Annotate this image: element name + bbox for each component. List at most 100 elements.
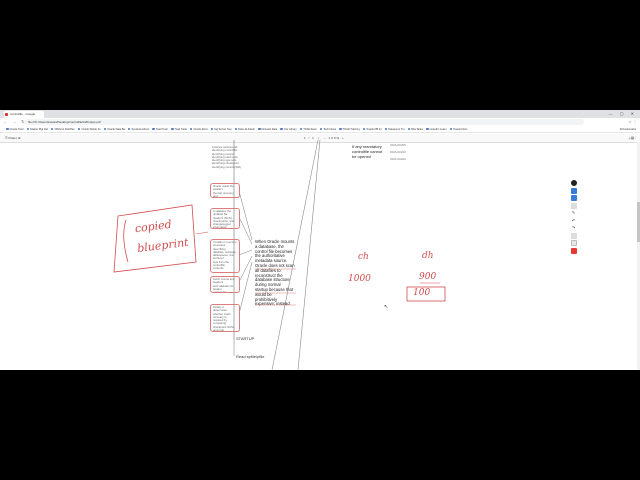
- bookmark-favicon-icon: [426, 127, 429, 131]
- bookmark-item[interactable]: Oracle Data Ba: [103, 126, 125, 132]
- bookmark-item[interactable]: Toad Tutor: [152, 126, 168, 132]
- bookmark-favicon-icon: [299, 127, 303, 131]
- mouse-cursor-icon: ↖: [384, 304, 389, 310]
- bookmark-favicon-icon: [234, 127, 238, 131]
- pdf-toolbar: ☰ Draw | ⊕ 1 / 1 | − 100% + ⤓ 🖨 ⋮: [0, 134, 640, 143]
- bookmark-favicon-icon: [407, 127, 411, 131]
- ora-code-1: ORA-00205: [390, 143, 406, 147]
- browser-window: controlfile - Google — ▢ ✕ ← → ↻ file://…: [0, 110, 640, 370]
- note-box-1: Oracle reads the position the last recov…: [210, 183, 240, 198]
- tab-title: controlfile - Google: [10, 112, 36, 116]
- bookmark-label: Toad Suite: [174, 127, 187, 131]
- bookmark-label: Data Ja Admin: [238, 127, 255, 131]
- bookmark-favicon-icon: [103, 127, 107, 131]
- bookmark-item[interactable]: Master Mgt Del: [26, 126, 48, 132]
- bookmark-favicon-icon: [280, 127, 283, 131]
- bookmark-label: Netsuite Data: [261, 127, 278, 131]
- bookmarks-bar: Oracle Tutor Master Mgt Del Offshore DocPl…: [0, 126, 640, 133]
- bookmark-favicon-icon: [77, 127, 81, 131]
- tab-strip: controlfile - Google — ▢ ✕: [0, 110, 640, 118]
- bookmark-item[interactable]: Data Ja Admin: [234, 126, 255, 132]
- bookmark-item[interactable]: Sql Server Sup: [210, 126, 232, 132]
- bookmark-favicon-icon: [319, 127, 323, 131]
- pdf-menu-draw[interactable]: ☰ Draw | ⊕: [5, 135, 20, 141]
- bookmark-label: TOAD Exec: [303, 127, 317, 131]
- bookmark-label: Offshore DocPlan: [54, 127, 75, 131]
- bookmark-label: Linkedin Learn: [429, 127, 447, 131]
- mount-explanation-text: When Oracle mounts a database, the contr…: [255, 239, 295, 307]
- all-bookmarks-button[interactable]: All bookmarks: [620, 126, 636, 133]
- bookmark-favicon-icon: [152, 127, 155, 131]
- note-box-4: Fetch counts and headers and validates i…: [210, 276, 240, 293]
- bookmark-label: TOAD Training: [342, 127, 360, 131]
- bookmark-favicon-icon: [171, 127, 174, 131]
- note-box-5: Finally, it determines whether crash rec…: [210, 304, 240, 332]
- note-box-2: It validates the updated file headers (S…: [210, 208, 240, 229]
- hw-1000: 1000: [348, 274, 371, 284]
- pdf-actions[interactable]: ⤓ 🖨 ⋮: [628, 135, 636, 141]
- page-indicator[interactable]: 1 / 1: [304, 136, 315, 140]
- bookmark-label: Oracle Weblo Fu: [81, 127, 101, 131]
- bookmark-label: Ora Library: [283, 127, 297, 131]
- hw-copied-blueprint: copied blueprint: [134, 217, 190, 256]
- color-red-swatch[interactable]: [570, 247, 577, 254]
- bookmark-label: Master Mgt Del: [30, 127, 48, 131]
- zoom-control[interactable]: − 100% +: [324, 136, 345, 140]
- bookmark-label: Oracle Docs: [453, 127, 468, 131]
- undo-icon[interactable]: ↶: [572, 218, 575, 224]
- bookmark-favicon-icon: [127, 127, 131, 131]
- bookmark-item[interactable]: Dba Tasks: [407, 126, 423, 132]
- hw-ch: ch: [358, 252, 369, 262]
- color-gray-swatch[interactable]: [570, 232, 577, 239]
- tab-controlfile[interactable]: controlfile - Google: [4, 111, 44, 118]
- bookmark-item[interactable]: Syntavia Admin: [127, 126, 150, 132]
- window-controls[interactable]: — ▢ ✕: [609, 111, 637, 116]
- bookmark-favicon-icon: [258, 127, 261, 131]
- hw-dh: dh: [422, 251, 434, 261]
- bookmark-item[interactable]: TOAD Exec: [299, 126, 317, 132]
- bookmark-item[interactable]: Oracle Docs: [449, 126, 468, 132]
- bookmark-item[interactable]: Oracle Tutor: [6, 126, 24, 132]
- bookmark-label: Datapump Tut: [388, 127, 405, 131]
- url-field[interactable]: file:///C:/Users/sravan/Desktop/controlf…: [24, 119, 584, 125]
- bookmark-item[interactable]: Datapump Tut: [384, 126, 405, 132]
- if-mandatory-text: If any mandatory controlfile cannot be o…: [352, 144, 383, 159]
- bookmark-favicon-icon: [6, 127, 9, 131]
- bookmark-favicon-icon: [362, 127, 366, 131]
- shape-tool-icon[interactable]: [570, 202, 577, 209]
- bookmark-label: Oracle Data Ba: [107, 127, 125, 131]
- star-menu-icons[interactable]: ☆ ⋮: [628, 119, 637, 124]
- bookmark-item[interactable]: Tech News: [319, 126, 337, 132]
- bookmark-label: Oracle Docs: [193, 127, 208, 131]
- bookmark-label: Oracle DB Int: [366, 127, 382, 131]
- bookmark-item[interactable]: Linkedin Learn: [426, 126, 447, 132]
- pdf-icon: [5, 113, 8, 116]
- read-spfile-label: Read spfile/pfile: [236, 354, 265, 359]
- bookmark-favicon-icon: [449, 127, 453, 131]
- bookmark-favicon-icon: [50, 127, 54, 131]
- text-tool-icon[interactable]: [570, 195, 577, 201]
- redo-icon[interactable]: ↷: [572, 225, 575, 231]
- bookmark-item[interactable]: Oracle Weblo Fu: [77, 126, 101, 132]
- bookmark-label: Syntavia Admin: [131, 127, 150, 131]
- bookmark-item[interactable]: Netsuite Data: [258, 126, 277, 132]
- hw-100: 100: [413, 288, 431, 298]
- highlighter-tool-icon[interactable]: [570, 187, 577, 194]
- bookmark-favicon-icon: [26, 127, 30, 131]
- bookmark-item[interactable]: TOAD Training: [339, 126, 360, 132]
- bookmark-item[interactable]: Oracle Docs: [189, 126, 208, 132]
- hw-900: 900: [419, 272, 437, 282]
- bookmark-item[interactable]: Oracle DB Int: [362, 126, 382, 132]
- pdf-page-zoom: 1 / 1 | − 100% +: [304, 136, 345, 140]
- color-light-swatch[interactable]: [570, 240, 577, 246]
- bookmark-item[interactable]: Offshore DocPlan: [50, 126, 75, 132]
- ora-code-2: ORA-00210: [390, 150, 406, 154]
- top-list: instance sections ab identifying control…: [212, 145, 242, 169]
- annotation-toolbar: ✎ ↶ ↷: [570, 180, 577, 254]
- bookmark-item[interactable]: Ora Library: [280, 126, 297, 132]
- pen-tool-icon[interactable]: [570, 180, 577, 186]
- eraser-icon[interactable]: ✎: [572, 210, 575, 216]
- bookmark-item[interactable]: Toad Suite: [171, 126, 187, 132]
- bookmark-label: Tech News: [323, 127, 337, 131]
- bookmark-label: Toad Tutor: [155, 127, 169, 131]
